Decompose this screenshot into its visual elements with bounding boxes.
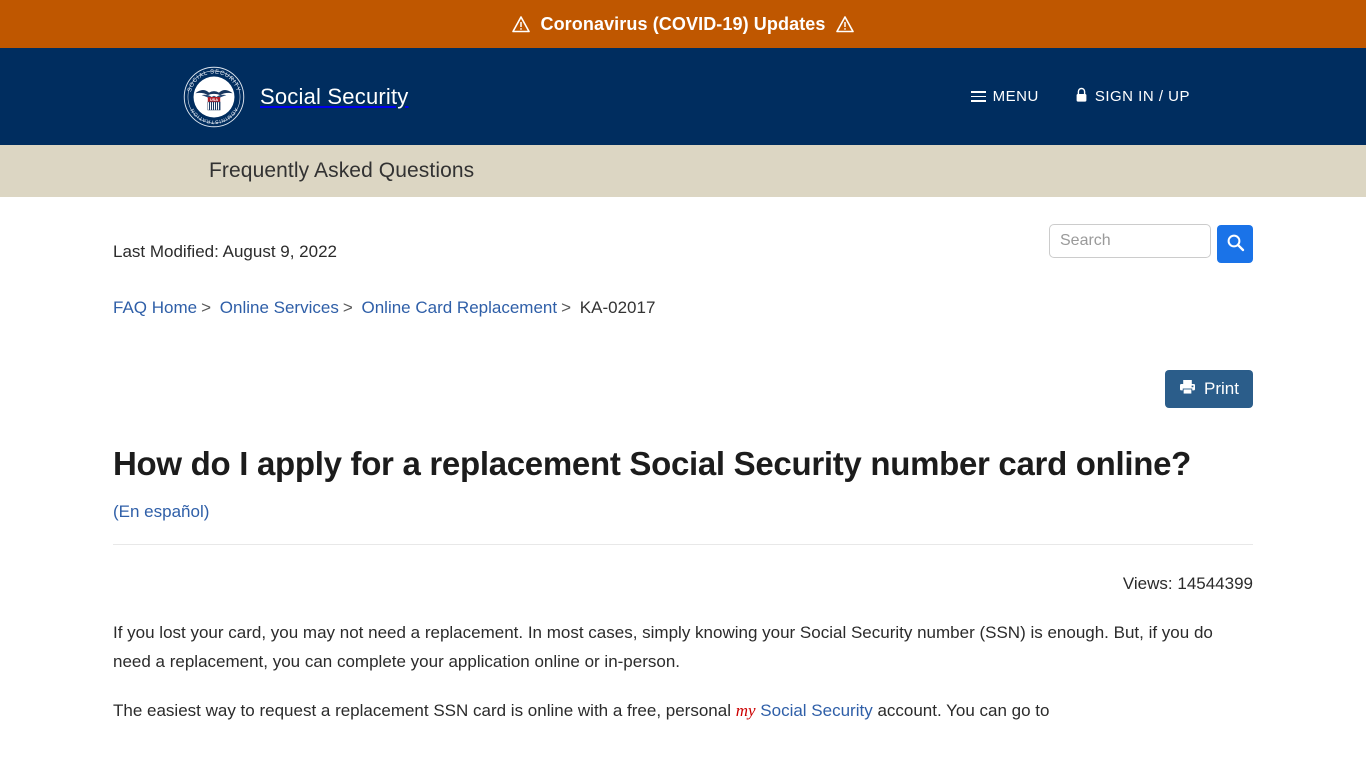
article-paragraph-1: If you lost your card, you may not need … xyxy=(113,622,1213,672)
content-divider xyxy=(113,543,1253,545)
warning-triangle-icon xyxy=(835,15,854,33)
print-button[interactable]: Print xyxy=(1165,370,1253,408)
print-toolbar: Print xyxy=(113,370,1253,408)
article-paragraph-2: The easiest way to request a replacement… xyxy=(113,696,1253,725)
paragraph-2-text-after: account. You can go to xyxy=(872,701,1050,721)
spanish-version-link[interactable]: (En español) xyxy=(113,502,209,522)
brand-name-text: Social Security xyxy=(260,83,409,109)
search-button[interactable] xyxy=(1217,225,1253,263)
breadcrumb-item-current: KA-02017 xyxy=(579,298,656,317)
breadcrumb-separator: > xyxy=(342,298,353,317)
breadcrumb: FAQ Home > Online Services > Online Card R… xyxy=(113,298,1253,318)
search-input[interactable] xyxy=(1049,224,1211,258)
paragraph-2-text-before: The easiest way to request a replacement… xyxy=(113,701,736,721)
lock-icon xyxy=(1075,87,1088,107)
svg-text:USA: USA xyxy=(210,96,218,101)
menu-button[interactable]: MENU xyxy=(970,88,1039,105)
brand-home-link[interactable]: SOCIAL SECURITY ADMINISTRATION USA Socia… xyxy=(183,66,409,128)
my-social-security-link[interactable]: Social Security xyxy=(756,701,872,720)
covid-alert-banner: Coronavirus (COVID-19) Updates xyxy=(0,0,1366,48)
breadcrumb-item-online-services[interactable]: Online Services xyxy=(220,298,339,317)
breadcrumb-separator: > xyxy=(201,298,212,317)
views-counter: Views: 14544399 xyxy=(1122,573,1253,593)
site-header: SOCIAL SECURITY ADMINISTRATION USA Socia… xyxy=(0,48,1366,145)
search-icon xyxy=(1226,233,1245,255)
breadcrumb-item-faq-home[interactable]: FAQ Home xyxy=(113,298,197,317)
page-title: How do I apply for a replacement Social … xyxy=(113,445,1192,482)
sign-in-up-label: SIGN IN / UP xyxy=(1094,88,1190,105)
main-content: Last Modified: August 9, 2022 FAQ Home> … xyxy=(0,197,1366,726)
ssa-seal-logo-icon: SOCIAL SECURITY ADMINISTRATION USA xyxy=(183,66,245,128)
faq-subheader-title: Frequently Asked Questions xyxy=(209,159,475,182)
faq-subheader: Frequently Asked Questions xyxy=(0,145,1366,197)
breadcrumb-item-online-card-replacement[interactable]: Online Card Replacement xyxy=(362,298,558,317)
printer-icon xyxy=(1179,379,1196,400)
sign-in-up-button[interactable]: SIGN IN / UP xyxy=(1075,87,1190,107)
header-nav: MENU SIGN IN / UP xyxy=(970,48,1190,145)
breadcrumb-separator: > xyxy=(561,298,572,317)
covid-alert-text: Coronavirus (COVID-19) Updates xyxy=(540,13,826,34)
print-label: Print xyxy=(1204,379,1239,398)
warning-triangle-icon xyxy=(512,15,531,33)
menu-label: MENU xyxy=(992,88,1039,105)
hamburger-menu-icon xyxy=(970,91,986,102)
my-social-security-my: my xyxy=(735,701,756,721)
